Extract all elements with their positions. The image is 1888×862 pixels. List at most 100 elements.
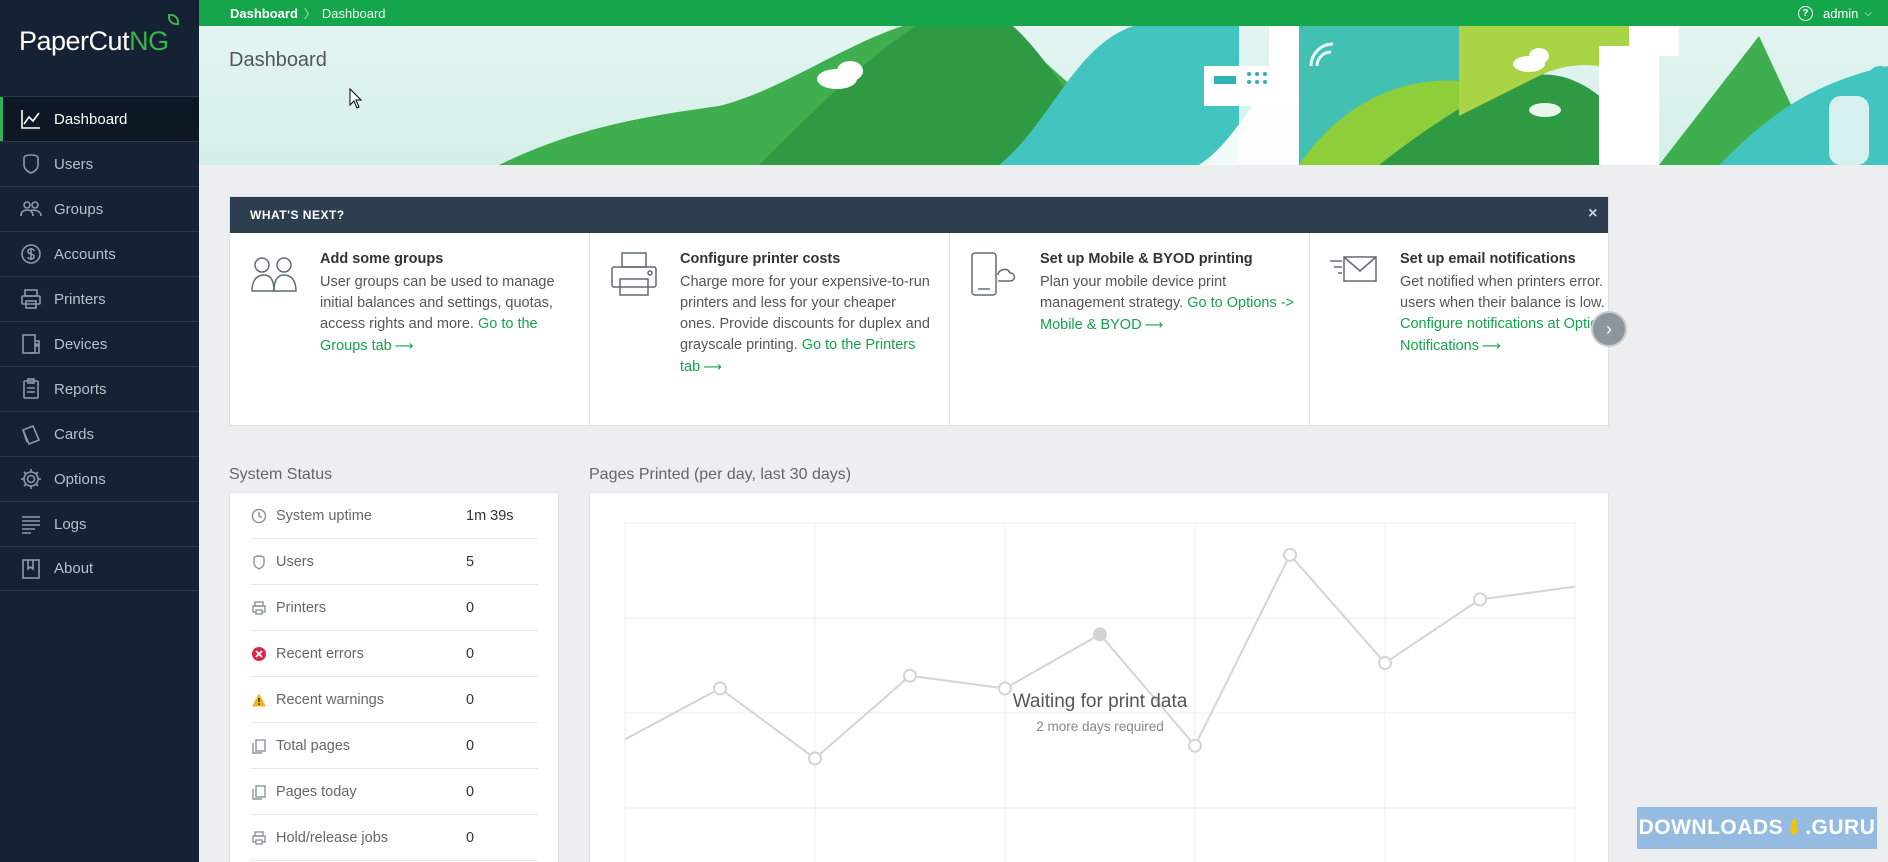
sidebar-item-about[interactable]: About [0, 546, 199, 591]
status-label: Recent warnings [276, 691, 384, 708]
printer-icon [608, 251, 660, 297]
data-point [1093, 627, 1107, 642]
clock-icon [250, 507, 268, 525]
arrow-right-icon: ⟶ [1481, 338, 1501, 353]
status-value: 1m 39s [466, 507, 514, 524]
card-body: Get notified when printers error. E user… [1400, 272, 1608, 357]
sidebar: PaperCutNG Dashboard Users Groups Accounts P… [0, 0, 199, 862]
data-point [808, 751, 822, 766]
close-icon[interactable]: × [1588, 206, 1598, 222]
username[interactable]: admin [1823, 6, 1858, 21]
status-label: Printers [276, 599, 326, 616]
device-icon [18, 332, 44, 356]
mobile-cloud-icon [968, 251, 1020, 297]
mouse-cursor-icon [349, 88, 363, 109]
leaf-icon [168, 14, 179, 25]
system-status-title: System Status [229, 466, 333, 483]
pages-icon [250, 737, 268, 755]
breadcrumb-separator: 〉 [303, 6, 316, 21]
status-label: Users [276, 553, 314, 570]
whats-next-card: Add some groups User groups can be used t… [230, 233, 590, 425]
data-point [1473, 592, 1487, 607]
sidebar-item-groups[interactable]: Groups [0, 186, 199, 231]
sidebar-item-printers[interactable]: Printers [0, 276, 199, 321]
status-label: Recent errors [276, 645, 364, 662]
breadcrumb-root[interactable]: Dashboard [230, 6, 298, 21]
whats-next-card: Configure printer costs Charge more for y… [590, 233, 950, 425]
status-row: Total pages 0 [250, 723, 538, 769]
papercut-logo[interactable]: PaperCutNG [0, 0, 199, 96]
whats-next-title: WHAT'S NEXT? [250, 208, 345, 222]
status-label: Hold/release jobs [276, 829, 389, 846]
user-shield-icon [18, 152, 44, 176]
printer-icon [18, 287, 44, 311]
system-status-panel: System uptime 1m 39s Users 5 Printers 0 Recent… [229, 492, 559, 862]
card-link[interactable]: Configure notifications at Optic Notific… [1400, 316, 1597, 354]
logs-icon [18, 512, 44, 536]
sidebar-item-dashboard[interactable]: Dashboard [0, 96, 199, 141]
data-point [1283, 547, 1297, 562]
printer-icon [250, 829, 268, 847]
status-row: System uptime 1m 39s [250, 493, 538, 539]
logo-suffix: NG [129, 26, 169, 56]
pages-printed-title: Pages Printed (per day, last 30 days) [589, 466, 852, 483]
book-icon [18, 557, 44, 581]
data-point [1188, 738, 1202, 753]
sidebar-item-label: About [54, 560, 94, 577]
sidebar-item-label: Logs [54, 515, 87, 533]
card-title: Set up Mobile & BYOD printing [1040, 251, 1253, 267]
sidebar-item-devices[interactable]: Devices [0, 321, 199, 366]
whats-next-card: Set up Mobile & BYOD printing Plan your m… [950, 233, 1310, 425]
top-bar: Dashboard 〉 Dashboard ? admin ⌵ [199, 0, 1888, 26]
whats-next-header: WHAT'S NEXT? × [230, 197, 1608, 233]
data-point [903, 668, 917, 683]
sidebar-item-label: Cards [54, 425, 95, 443]
chart-svg [624, 522, 1576, 862]
status-value: 0 [466, 783, 475, 800]
sidebar-item-accounts[interactable]: Accounts [0, 231, 199, 276]
warning-icon [250, 691, 268, 709]
downloads-guru-watermark: DOWNLOADS ⬇ .GURU [1637, 807, 1877, 849]
pages-icon [250, 783, 268, 801]
sidebar-item-cards[interactable]: Cards [0, 411, 199, 456]
arrow-right-icon: ⟶ [1144, 317, 1164, 332]
cards-icon [18, 422, 44, 446]
gear-icon [18, 467, 44, 491]
status-row: Users 5 [250, 539, 538, 585]
error-icon [250, 645, 268, 663]
chart-waiting-submessage: 2 more days required [1036, 719, 1164, 734]
user-menu[interactable]: ? admin ⌵ [1797, 0, 1872, 26]
pages-printed-chart: Waiting for print data 2 more days requi… [589, 492, 1609, 862]
chevron-down-icon[interactable]: ⌵ [1864, 8, 1872, 19]
status-value: 0 [466, 737, 475, 754]
sidebar-item-label: Accounts [54, 245, 116, 263]
sidebar-item-reports[interactable]: Reports [0, 366, 199, 411]
groups-icon [18, 197, 44, 221]
whats-next-panel: WHAT'S NEXT? × Add some groups User group… [229, 196, 1609, 426]
chart-line-icon [18, 107, 44, 131]
whats-next-cards: Add some groups User groups can be used t… [230, 233, 1608, 425]
user-shield-icon [250, 553, 268, 571]
status-label: Total pages [276, 737, 351, 754]
sidebar-item-label: Options [54, 470, 106, 488]
status-row: Printers 0 [250, 585, 538, 631]
card-title: Add some groups [320, 251, 444, 267]
help-icon[interactable]: ? [1797, 5, 1813, 21]
carousel-next-button[interactable]: › [1591, 311, 1627, 347]
status-value: 0 [466, 691, 475, 708]
sidebar-item-label: Groups [54, 200, 104, 218]
sidebar-item-logs[interactable]: Logs [0, 501, 199, 546]
card-title: Configure printer costs [680, 251, 841, 267]
status-label: Pages today [276, 783, 357, 800]
banner-illustration [499, 26, 1888, 165]
breadcrumb-current: Dashboard [321, 5, 386, 21]
arrow-right-icon: ⟶ [703, 359, 722, 374]
status-value: 0 [466, 599, 475, 616]
download-arrow-icon: ⬇ [1785, 816, 1804, 840]
logo-text: PaperCut [19, 26, 130, 56]
sidebar-item-options[interactable]: Options [0, 456, 199, 501]
data-point [1378, 656, 1392, 670]
printer-icon [250, 599, 268, 617]
card-body: Plan your mobile device print management… [1040, 272, 1309, 336]
sidebar-item-users[interactable]: Users [0, 141, 199, 186]
